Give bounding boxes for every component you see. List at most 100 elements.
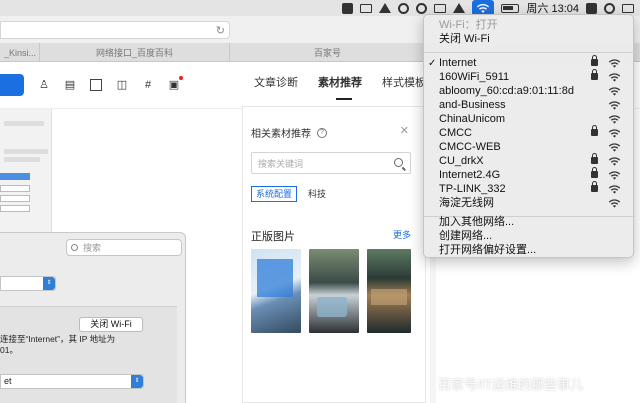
material-panel: 相关素材推荐 ? ✕ 搜索关键词 系统配置 科技 正版图片 更多 bbox=[242, 106, 426, 403]
network-name: CU_drkX bbox=[439, 155, 484, 167]
menu-separator bbox=[424, 52, 635, 53]
wifi-signal-icon bbox=[608, 157, 621, 166]
network-item[interactable]: CMCC-WEB bbox=[424, 141, 635, 154]
tab-label: 百家号 bbox=[313, 48, 341, 58]
tab-kinsi[interactable]: _Kinsi... bbox=[0, 43, 40, 62]
tab-article-diagnosis[interactable]: 文章诊断 bbox=[254, 74, 298, 90]
list-icon[interactable] bbox=[622, 3, 634, 13]
tab-baijiahao[interactable]: 百家号 bbox=[230, 43, 426, 62]
image-icon[interactable]: ◫ bbox=[116, 79, 128, 91]
network-item[interactable]: TP-LINK_332 bbox=[424, 181, 635, 196]
note-icon[interactable]: ▣ bbox=[168, 76, 183, 91]
wifi-signal-icon bbox=[608, 73, 621, 82]
thumb-field bbox=[0, 195, 30, 202]
lock-icon bbox=[591, 55, 598, 66]
chip-tech[interactable]: 科技 bbox=[303, 186, 331, 202]
network-name: Internet bbox=[439, 57, 477, 69]
network-preferences-window: 搜索 ⇕ 关闭 Wi-Fi 连接至“Internet”，其 IP 地址为 01。… bbox=[0, 232, 186, 403]
wifi-signal-icon bbox=[608, 185, 621, 194]
network-name: TP-LINK_332 bbox=[439, 183, 506, 195]
section-title: 正版图片 bbox=[251, 231, 295, 243]
user-icon[interactable]: ♙ bbox=[38, 79, 50, 91]
network-name: ChinaUnicom bbox=[439, 113, 506, 125]
wifi-signal-icon bbox=[608, 101, 621, 110]
network-item[interactable]: abloomy_60:cd:a9:01:11:8d bbox=[424, 85, 635, 98]
watermark: 百家号/IT运维的那些事儿 bbox=[438, 377, 584, 392]
publish-button[interactable] bbox=[0, 74, 24, 96]
keyword-chips: 系统配置 科技 bbox=[251, 186, 331, 202]
network-item[interactable]: CMCC bbox=[424, 125, 635, 140]
network-select-value: et bbox=[4, 376, 12, 386]
editor-toolbar: ♙ ▤ ◫ # ▣ bbox=[0, 74, 183, 96]
wifi-signal-icon bbox=[608, 87, 621, 96]
turn-off-wifi-item[interactable]: 关闭 Wi-Fi bbox=[424, 33, 635, 46]
network-name: 海淀无线网 bbox=[439, 197, 494, 209]
prefs-search-placeholder: 搜索 bbox=[83, 243, 102, 253]
network-item[interactable]: ChinaUnicom bbox=[424, 113, 635, 126]
network-item[interactable]: Internet2.4G bbox=[424, 167, 635, 182]
tab-material-recommend[interactable]: 素材推荐 bbox=[318, 74, 362, 100]
wechat-icon[interactable] bbox=[398, 2, 410, 14]
panel-title-text: 相关素材推荐 bbox=[251, 129, 311, 140]
image-thumbnail[interactable] bbox=[251, 249, 301, 333]
reload-icon[interactable]: ↻ bbox=[216, 24, 225, 37]
chip-system-config[interactable]: 系统配置 bbox=[251, 186, 298, 202]
hashtag-icon[interactable]: # bbox=[142, 79, 154, 91]
wifi-signal-icon bbox=[608, 129, 621, 138]
material-search-input[interactable]: 搜索关键词 bbox=[251, 152, 411, 174]
image-thumbnail[interactable] bbox=[367, 249, 411, 333]
search-icon[interactable] bbox=[394, 158, 403, 167]
prefs-search-input[interactable]: 搜索 bbox=[66, 239, 182, 256]
tab-label: 网络接口_百度百科 bbox=[95, 48, 173, 58]
display-icon[interactable] bbox=[434, 3, 447, 13]
location-select[interactable]: ⇕ bbox=[0, 276, 56, 291]
editor-side-tabs: 文章诊断 素材推荐 样式模板 bbox=[254, 74, 426, 100]
tab-baike[interactable]: 网络接口_百度百科 bbox=[40, 43, 230, 62]
bookmark-icon[interactable] bbox=[360, 3, 373, 13]
network-name: Internet2.4G bbox=[439, 169, 501, 181]
wifi-status: Wi-Fi：打开 bbox=[439, 19, 498, 31]
network-name: abloomy_60:cd:a9:01:11:8d bbox=[439, 85, 574, 97]
thumb-line bbox=[4, 157, 40, 162]
battery-icon[interactable] bbox=[501, 3, 520, 13]
tab-label: _Kinsi... bbox=[4, 47, 37, 58]
thumb-line bbox=[4, 149, 48, 154]
app-icon[interactable] bbox=[342, 2, 354, 14]
network-name: 160WiFi_5911 bbox=[439, 71, 510, 83]
help-icon[interactable]: ? bbox=[317, 127, 327, 138]
search-placeholder: 搜索关键词 bbox=[258, 158, 304, 169]
chevron-updown-icon: ⇕ bbox=[43, 277, 55, 290]
tab-style-template[interactable]: 样式模板 bbox=[382, 74, 426, 90]
network-item[interactable]: CU_drkX bbox=[424, 153, 635, 168]
url-field[interactable]: ↻ bbox=[0, 21, 230, 39]
turn-off-wifi-button[interactable]: 关闭 Wi-Fi bbox=[79, 317, 143, 332]
panel-title: 相关素材推荐 ? bbox=[251, 125, 327, 140]
close-icon[interactable]: ✕ bbox=[400, 124, 409, 137]
search-icon[interactable] bbox=[604, 2, 615, 14]
send-icon[interactable] bbox=[379, 3, 392, 13]
wifi-menu: Wi-Fi：打开 关闭 Wi-Fi ✓ Internet 160WiFi_591… bbox=[423, 14, 635, 258]
wifi-signal-icon bbox=[608, 59, 621, 68]
join-other-network-item[interactable]: 加入其他网络... bbox=[424, 216, 635, 229]
chart-icon[interactable]: ▤ bbox=[64, 79, 76, 91]
table-icon[interactable] bbox=[90, 79, 102, 91]
lock-icon bbox=[591, 167, 598, 178]
thumb-field bbox=[0, 205, 30, 212]
more-link[interactable]: 更多 bbox=[393, 228, 411, 241]
network-name: CMCC bbox=[439, 127, 472, 139]
network-item[interactable]: 海淀无线网 bbox=[424, 197, 635, 210]
create-network-item[interactable]: 创建网络... bbox=[424, 230, 635, 243]
open-network-prefs-item[interactable]: 打开网络偏好设置... bbox=[424, 244, 635, 257]
network-name: CMCC-WEB bbox=[439, 141, 501, 153]
image-thumbnail[interactable] bbox=[309, 249, 359, 333]
network-item[interactable]: and-Business bbox=[424, 99, 635, 112]
s-app-icon[interactable] bbox=[586, 2, 597, 14]
checkmark-icon: ✓ bbox=[428, 58, 437, 69]
volume-icon[interactable] bbox=[453, 3, 466, 13]
network-name-select[interactable]: et ⇕ bbox=[0, 374, 144, 389]
network-item[interactable]: 160WiFi_5911 bbox=[424, 69, 635, 84]
wifi-signal-icon bbox=[608, 171, 621, 180]
network-item-internet[interactable]: ✓ Internet bbox=[424, 55, 635, 70]
qq-icon[interactable] bbox=[416, 2, 428, 14]
network-name: and-Business bbox=[439, 99, 506, 111]
